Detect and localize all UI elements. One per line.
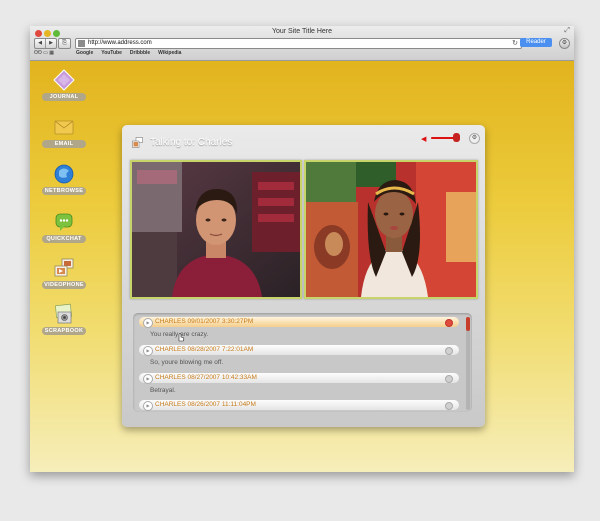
message-header[interactable]: ▶ CHARLES 08/27/2007 10:42:33AM — [139, 373, 459, 384]
message-text: Betrayal. — [150, 387, 176, 394]
bookmark-link[interactable]: YouTube — [101, 50, 122, 56]
address-bar[interactable]: http://www.address.com ↻ — [75, 38, 522, 49]
videophone-small-icon — [132, 137, 143, 148]
play-icon[interactable]: ▶ — [143, 318, 153, 328]
sidebar-item-label: QUICKCHAT — [42, 235, 86, 243]
bookmark-link[interactable]: Dribbble — [130, 50, 150, 56]
record-indicator-icon — [445, 375, 453, 383]
volume-knob[interactable] — [453, 133, 460, 142]
message-sender-time: CHARLES 08/26/2007 11:11:04PM — [155, 401, 256, 408]
sidebar-item-quickchat[interactable]: QUICKCHAT — [40, 211, 88, 243]
message-header[interactable]: ▶ CHARLES 08/26/2007 11:11:04PM — [139, 400, 459, 411]
message-sender-time: CHARLES 09/01/2007 3:30:27PM — [155, 318, 254, 325]
reload-icon[interactable]: ↻ — [512, 39, 518, 48]
scrapbook-icon — [55, 303, 72, 324]
message-log: ▶ CHARLES 09/01/2007 3:30:27PM You reall… — [133, 313, 472, 412]
remote-video-feed — [304, 160, 478, 299]
page-content: JOURNAL EMAIL NETBROWSE QUICKCHAT VIDEOP… — [30, 61, 574, 472]
journal-icon — [53, 69, 75, 91]
reading-list-icon[interactable]: ʘʘ — [34, 50, 42, 56]
message-sender-time: CHARLES 08/28/2007 7:22:01AM — [155, 346, 254, 353]
forward-icon[interactable]: ▶ — [45, 39, 56, 48]
back-icon[interactable]: ◀ — [35, 39, 45, 48]
record-indicator-icon — [445, 347, 453, 355]
share-icon[interactable]: ⎘ — [58, 38, 71, 49]
browser-toolbar: Your Site Title Here ⤢ ◀ ▶ ⎘ http://www.… — [30, 26, 574, 61]
sidebar-item-label: JOURNAL — [42, 93, 86, 101]
bookmarks-book-icon[interactable]: ▭ — [43, 50, 48, 56]
local-video-feed — [130, 160, 302, 299]
bookmarks-bar: Google YouTube Dribbble Wikipedia — [76, 50, 181, 56]
window-title: Your Site Title Here — [271, 28, 333, 35]
volume-fill — [431, 137, 455, 139]
url-text: http://www.address.com — [88, 40, 152, 46]
bookmark-tools: ʘʘ ▭ ▦ — [34, 50, 54, 56]
fullscreen-icon[interactable]: ⤢ — [564, 27, 570, 35]
videophone-panel: Talking to: Charles ◀ ⚙ ▶ CHARLES 09/01/… — [122, 125, 485, 427]
back-forward-buttons: ◀ ▶ — [34, 38, 57, 49]
videophone-icon — [54, 258, 74, 277]
message-header[interactable]: ▶ CHARLES 09/01/2007 3:30:27PM — [139, 317, 459, 328]
netbrowse-icon — [54, 164, 74, 184]
email-icon — [54, 120, 74, 135]
sidebar-item-scrapbook[interactable]: SCRAPBOOK — [40, 303, 88, 335]
hand-cursor-icon — [178, 333, 185, 342]
scroll-thumb[interactable] — [466, 317, 470, 331]
message-sender-time: CHARLES 08/27/2007 10:42:33AM — [155, 374, 257, 381]
message-text: You really are crazy. — [150, 331, 209, 338]
sidebar-item-label: VIDEOPHONE — [42, 281, 86, 289]
sidebar-item-videophone[interactable]: VIDEOPHONE — [40, 257, 88, 289]
talking-to-title: Talking to: Charles — [150, 137, 233, 148]
bookmark-link[interactable]: Google — [76, 50, 93, 56]
sidebar-item-label: SCRAPBOOK — [42, 327, 86, 335]
record-indicator-icon — [445, 319, 453, 327]
settings-icon[interactable]: ⚙ — [559, 38, 570, 49]
bookmark-link[interactable]: Wikipedia — [158, 50, 181, 56]
remote-video-image — [306, 162, 476, 297]
sidebar-item-label: EMAIL — [42, 140, 86, 148]
sidebar-item-label: NETBROWSE — [42, 187, 86, 195]
browser-window: Your Site Title Here ⤢ ◀ ▶ ⎘ http://www.… — [30, 26, 574, 472]
sidebar-item-email[interactable]: EMAIL — [40, 116, 88, 148]
sidebar-item-netbrowse[interactable]: NETBROWSE — [40, 163, 88, 195]
panel-settings-icon[interactable]: ⚙ — [469, 133, 480, 144]
sidebar-item-journal[interactable]: JOURNAL — [40, 69, 88, 101]
reader-button[interactable]: Reader — [520, 38, 552, 47]
quickchat-icon — [55, 213, 73, 231]
play-icon[interactable]: ▶ — [143, 346, 153, 356]
record-indicator-icon — [445, 402, 453, 410]
play-icon[interactable]: ▶ — [143, 401, 153, 411]
play-icon[interactable]: ▶ — [143, 374, 153, 384]
message-text: So, youre blowing me off. — [150, 359, 224, 366]
message-scrollbar[interactable] — [466, 317, 470, 410]
volume-icon: ◀ — [421, 136, 427, 143]
favicon-icon — [78, 40, 85, 47]
top-sites-icon[interactable]: ▦ — [49, 50, 54, 56]
local-video-image — [132, 162, 300, 297]
message-header[interactable]: ▶ CHARLES 08/28/2007 7:22:01AM — [139, 345, 459, 356]
